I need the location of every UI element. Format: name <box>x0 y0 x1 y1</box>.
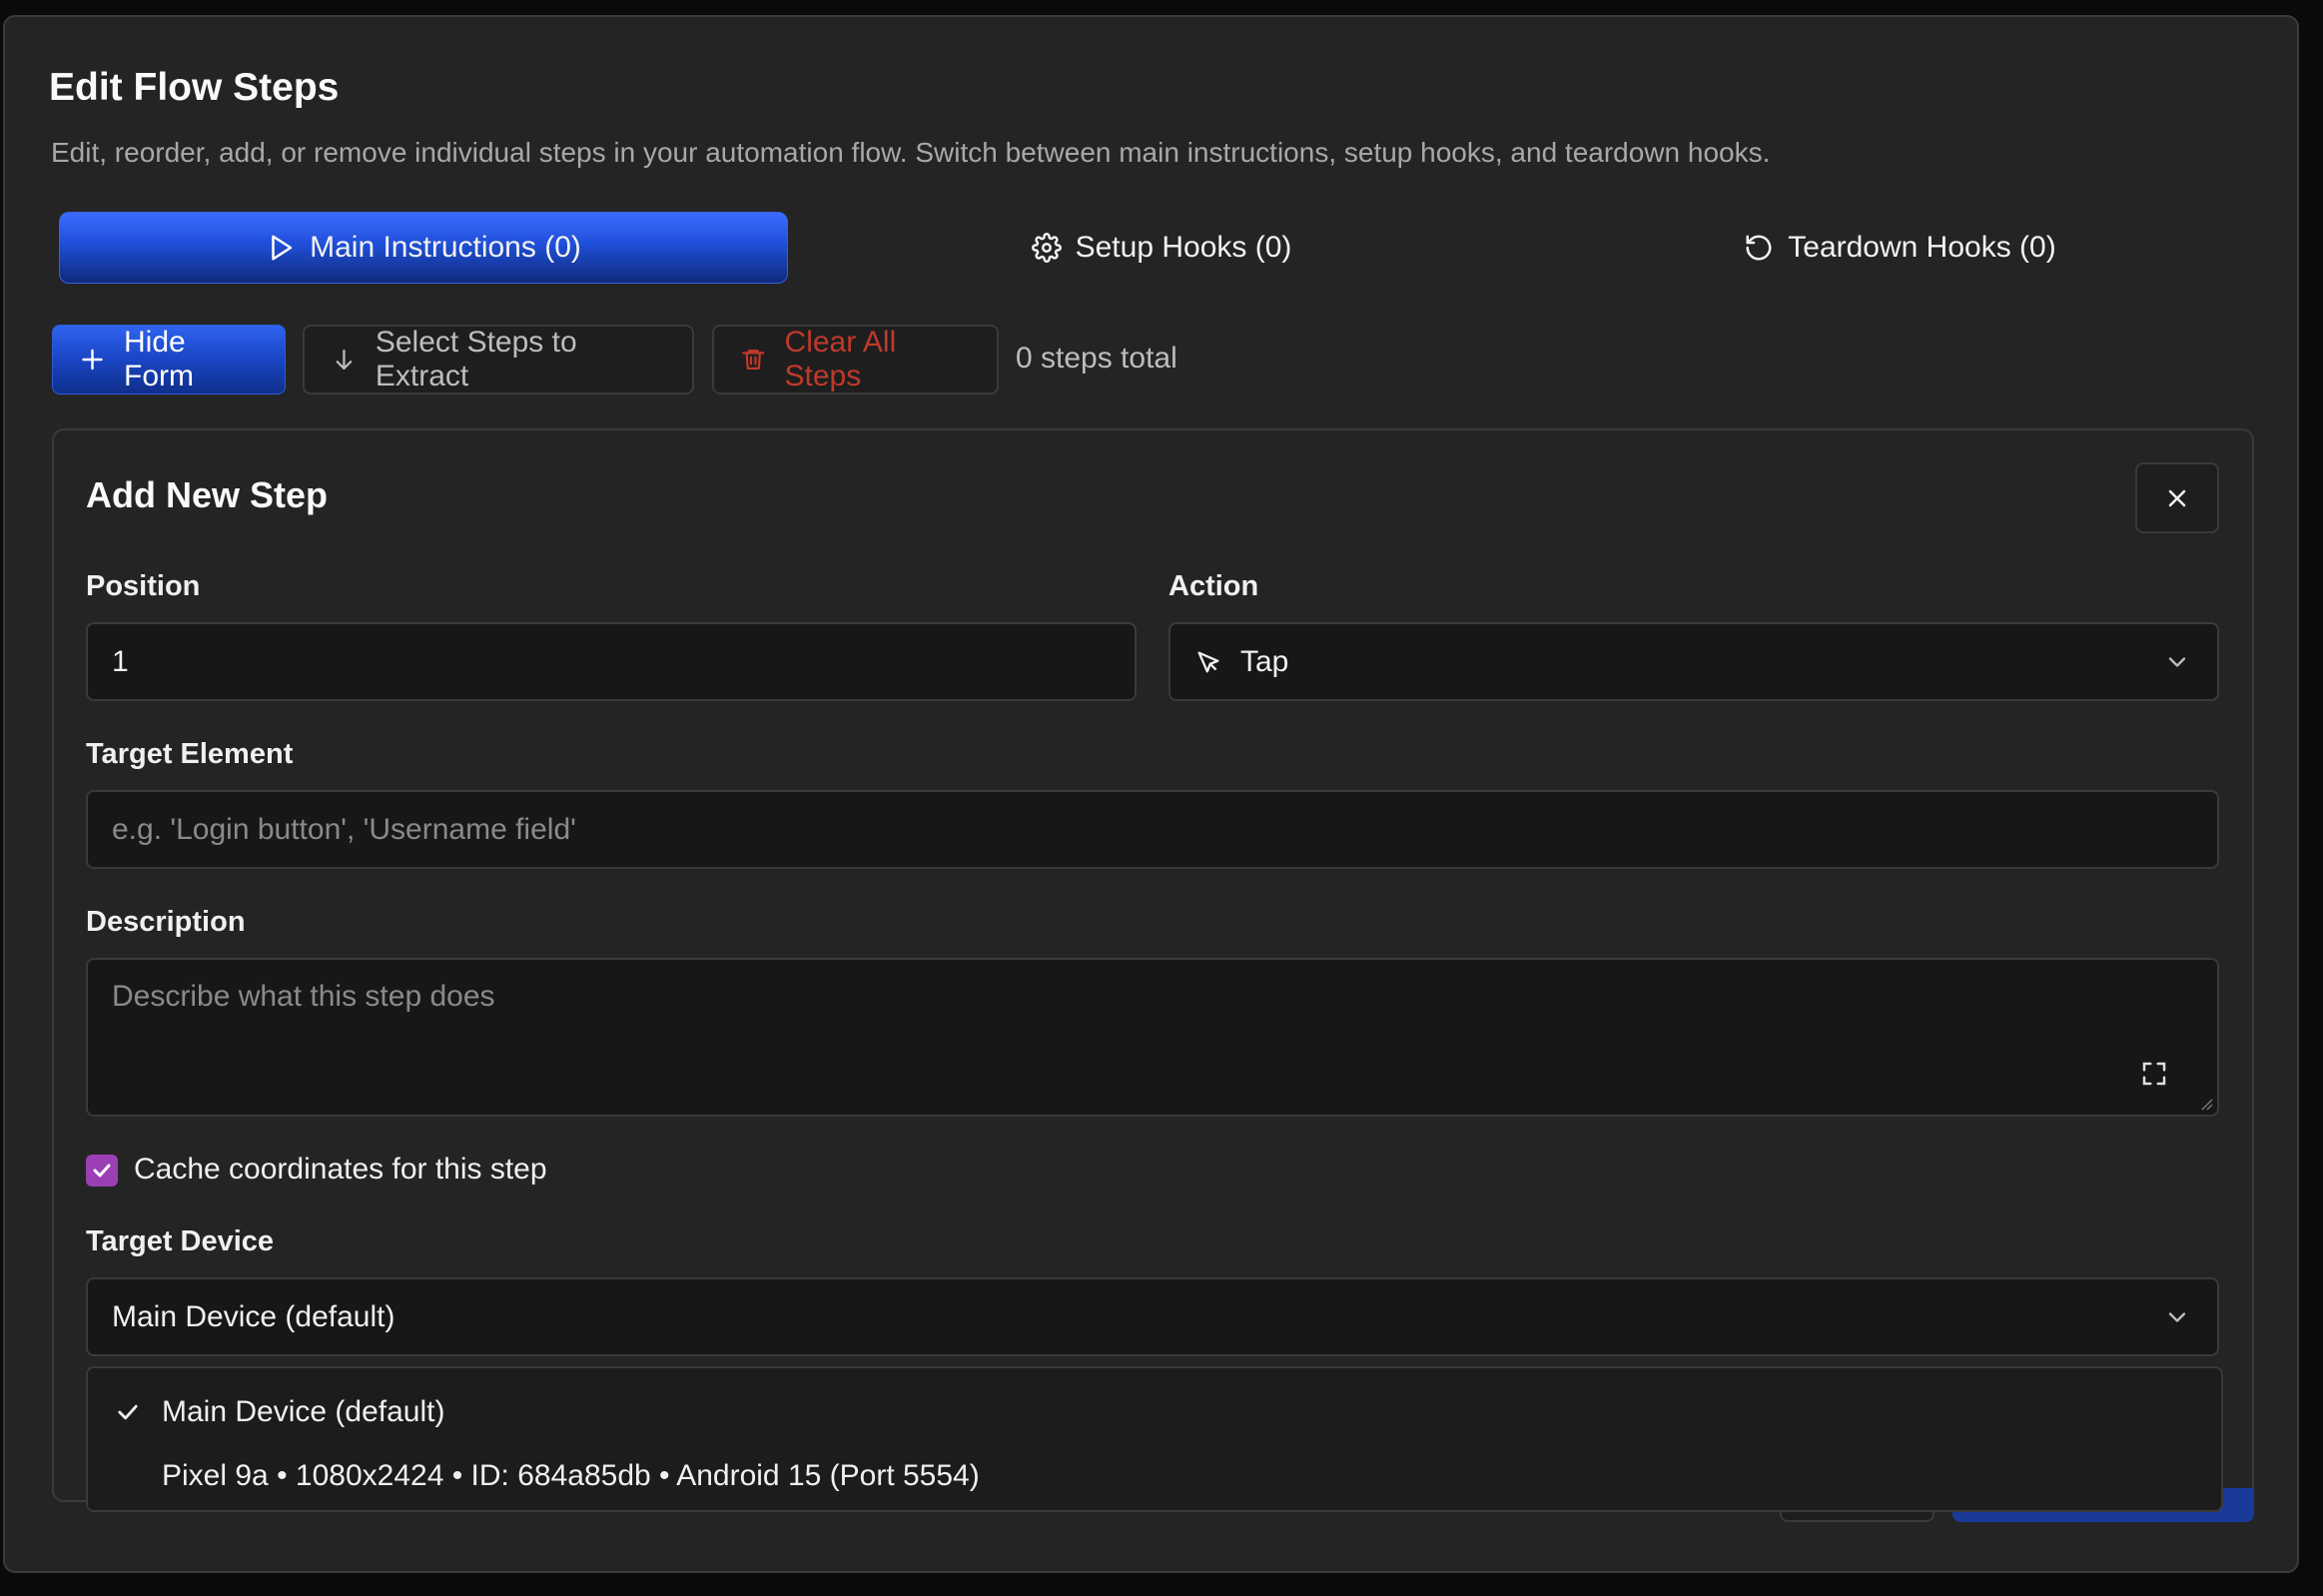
cursor-pointer-icon <box>1197 651 1219 672</box>
gear-icon <box>1031 233 1062 263</box>
check-icon <box>93 1164 111 1178</box>
tab-main-instructions[interactable]: Main Instructions (0) <box>59 212 788 284</box>
position-input[interactable]: 1 <box>86 622 1137 701</box>
chevron-down-icon <box>2168 1311 2186 1322</box>
hide-form-label: Hide Form <box>124 326 194 393</box>
description-label: Description <box>86 906 246 938</box>
steps-count: 0 steps total <box>1016 342 1177 375</box>
plus-icon <box>82 349 103 371</box>
close-form-button[interactable] <box>2135 462 2219 533</box>
action-select[interactable]: Tap <box>1168 622 2219 701</box>
tab-setup-hooks[interactable]: Setup Hooks (0) <box>794 212 1529 284</box>
play-icon <box>272 235 293 261</box>
position-label: Position <box>86 570 201 602</box>
rotate-ccw-icon <box>1746 235 1772 261</box>
cache-coordinates-checkbox[interactable] <box>86 1155 118 1187</box>
tab-label: Main Instructions (0) <box>310 231 581 264</box>
tab-label: Teardown Hooks (0) <box>1788 231 2056 264</box>
step-type-tabs: Main Instructions (0) Setup Hooks (0) Te… <box>59 212 2265 284</box>
target-device-dropdown: Main Device (default) Pixel 9a • 1080x24… <box>86 1366 2223 1512</box>
device-option-main[interactable]: Main Device (default) <box>88 1382 2221 1442</box>
device-option-pixel[interactable]: Pixel 9a • 1080x2424 • ID: 684a85db • An… <box>88 1446 2221 1506</box>
tab-label: Setup Hooks (0) <box>1075 231 1292 264</box>
target-placeholder: e.g. 'Login button', 'Username field' <box>112 812 576 846</box>
position-value: 1 <box>112 644 129 678</box>
target-device-label: Target Device <box>86 1225 275 1257</box>
description-placeholder: Describe what this step does <box>112 980 495 1013</box>
check-icon <box>118 1404 138 1420</box>
action-value: Tap <box>1240 644 1289 678</box>
description-textarea[interactable]: Describe what this step does <box>86 958 2219 1117</box>
chevron-down-icon <box>2168 656 2186 667</box>
dialog-subtitle: Edit, reorder, add, or remove individual… <box>51 137 1771 168</box>
device-option-label: Main Device (default) <box>162 1395 445 1428</box>
trash-icon <box>742 350 765 370</box>
add-step-title: Add New Step <box>86 474 329 515</box>
clear-all-steps-button[interactable]: Clear All Steps <box>712 325 999 395</box>
dialog-title: Edit Flow Steps <box>49 66 340 109</box>
target-device-select[interactable]: Main Device (default) <box>86 1277 2219 1356</box>
cache-coordinates-label[interactable]: Cache coordinates for this step <box>134 1153 547 1187</box>
target-element-input[interactable]: e.g. 'Login button', 'Username field' <box>86 790 2219 869</box>
hide-form-button[interactable]: Hide Form <box>52 325 286 395</box>
tab-teardown-hooks[interactable]: Teardown Hooks (0) <box>1535 212 2265 284</box>
device-option-label: Pixel 9a • 1080x2424 • ID: 684a85db • An… <box>162 1459 980 1492</box>
expand-icon[interactable] <box>2139 1059 2169 1089</box>
clear-all-label: Clear All Steps <box>784 326 897 393</box>
target-device-value: Main Device (default) <box>112 1299 395 1333</box>
target-element-label: Target Element <box>86 738 294 770</box>
resize-grip-icon[interactable] <box>2199 1097 2213 1111</box>
arrow-down-icon <box>336 349 353 371</box>
close-icon <box>2168 489 2186 506</box>
action-label: Action <box>1168 570 1259 602</box>
select-steps-label: Select Steps to Extract <box>375 326 577 393</box>
select-steps-button[interactable]: Select Steps to Extract <box>303 325 694 395</box>
